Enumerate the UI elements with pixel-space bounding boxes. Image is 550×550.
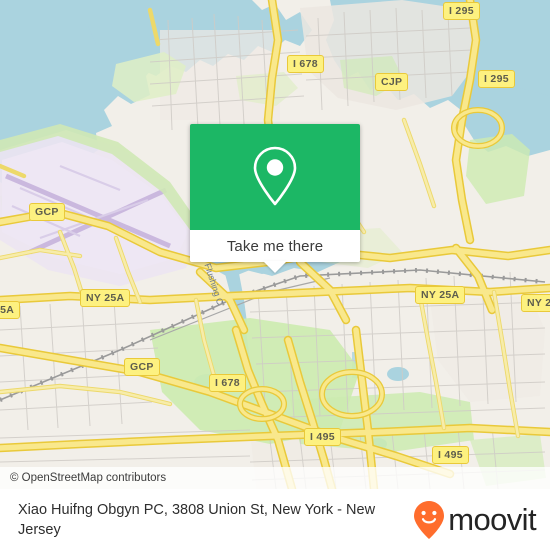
- card-pin-panel: [190, 124, 360, 230]
- result-footer: Xiao Huifng Obgyn PC, 3808 Union St, New…: [0, 489, 550, 550]
- moovit-logo[interactable]: moovit: [412, 500, 537, 540]
- card-action-bar[interactable]: Take me there: [190, 230, 360, 273]
- highway-shield-ny25a-west[interactable]: NY 25A: [80, 289, 131, 307]
- openstreetmap-attribution[interactable]: © OpenStreetMap contributors: [0, 472, 166, 484]
- moovit-wordmark: moovit: [448, 502, 536, 537]
- map-pin-icon: [253, 146, 297, 206]
- highway-shield-gcp-west[interactable]: GCP: [29, 203, 65, 221]
- highway-shield-i495-east[interactable]: I 495: [432, 446, 469, 464]
- highway-shield-i495-west[interactable]: I 495: [304, 428, 341, 446]
- map-canvas[interactable]: Flushing C I 295 I 295 I 678 CJP GCP NY …: [0, 0, 550, 489]
- place-title: Xiao Huifng Obgyn PC, 3808 Union St, New…: [18, 501, 376, 538]
- take-me-there-label: Take me there: [226, 237, 324, 255]
- take-me-there-card[interactable]: Take me there: [190, 124, 360, 273]
- highway-shield-ny25a-east[interactable]: NY 25A: [415, 286, 466, 304]
- highway-shield-cjp[interactable]: CJP: [375, 73, 409, 91]
- highway-shield-ny25a-clipped-east[interactable]: NY 2: [521, 294, 550, 312]
- moovit-smiley-pin-icon: [414, 500, 445, 539]
- highway-shield-25a-clipped[interactable]: 25A: [0, 301, 21, 319]
- map-result-page: Flushing C I 295 I 295 I 678 CJP GCP NY …: [0, 0, 550, 550]
- highway-shield-i678-north[interactable]: I 678: [287, 55, 324, 73]
- highway-shield-i295-north[interactable]: I 295: [443, 2, 480, 20]
- card-pointer-triangle: [263, 261, 287, 273]
- highway-shield-i678-south[interactable]: I 678: [209, 374, 246, 392]
- map-attribution-bar: © OpenStreetMap contributors: [0, 467, 550, 489]
- highway-shield-i295-east[interactable]: I 295: [478, 70, 515, 88]
- highway-shield-gcp-south[interactable]: GCP: [124, 358, 160, 376]
